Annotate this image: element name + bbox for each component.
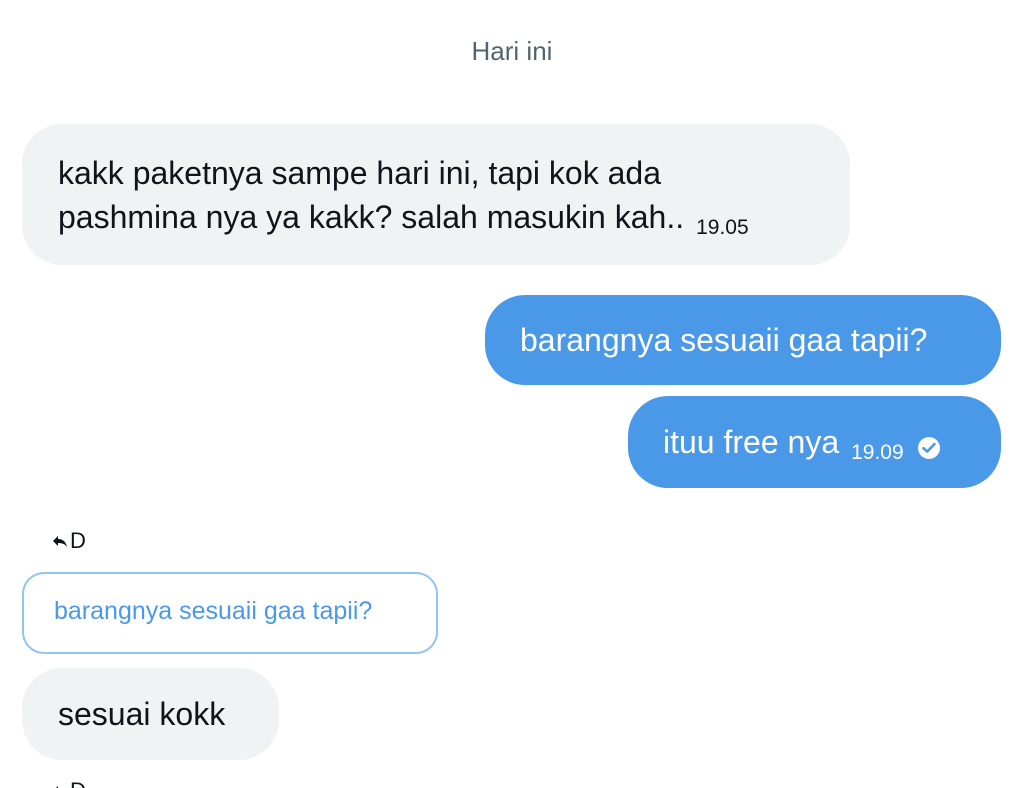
quoted-text: barangnya sesuaii gaa tapii? <box>54 597 373 625</box>
message-text-line: pashmina nya ya kakk? salah masukin kah.… <box>58 195 814 250</box>
message-text: barangnya sesuaii gaa tapii? <box>520 322 928 358</box>
reply-arrow-icon <box>52 529 70 555</box>
message-timestamp: 19.05 <box>696 216 749 239</box>
reply-arrow-icon <box>52 779 70 788</box>
message-text: sesuai kokk <box>58 696 226 732</box>
quoted-message[interactable]: barangnya sesuaii gaa tapii? <box>22 572 438 654</box>
reply-to-name: D <box>70 528 86 553</box>
reply-to-indicator: D <box>52 528 86 555</box>
incoming-message-bubble[interactable]: kakk paketnya sampe hari ini, tapi kok a… <box>22 124 850 265</box>
outgoing-message-bubble[interactable]: ituu free nya 19.09 <box>628 396 1001 488</box>
message-timestamp: 19.09 <box>851 441 904 464</box>
message-text: ituu free nya <box>663 424 840 460</box>
reply-to-name: D <box>70 778 86 788</box>
date-separator: Hari ini <box>471 36 553 66</box>
message-text-line: kakk paketnya sampe hari ini, tapi kok a… <box>58 155 661 191</box>
incoming-reply-bubble[interactable]: sesuai kokk <box>22 668 279 760</box>
reply-to-indicator-partial: D <box>52 778 86 788</box>
chat-conversation: Hari ini kakk paketnya sampe hari ini, t… <box>0 0 1024 788</box>
outgoing-message-bubble[interactable]: barangnya sesuaii gaa tapii? <box>485 295 1001 385</box>
message-text-line: pashmina nya ya kakk? salah masukin kah.… <box>58 199 685 235</box>
read-check-icon <box>917 437 940 459</box>
